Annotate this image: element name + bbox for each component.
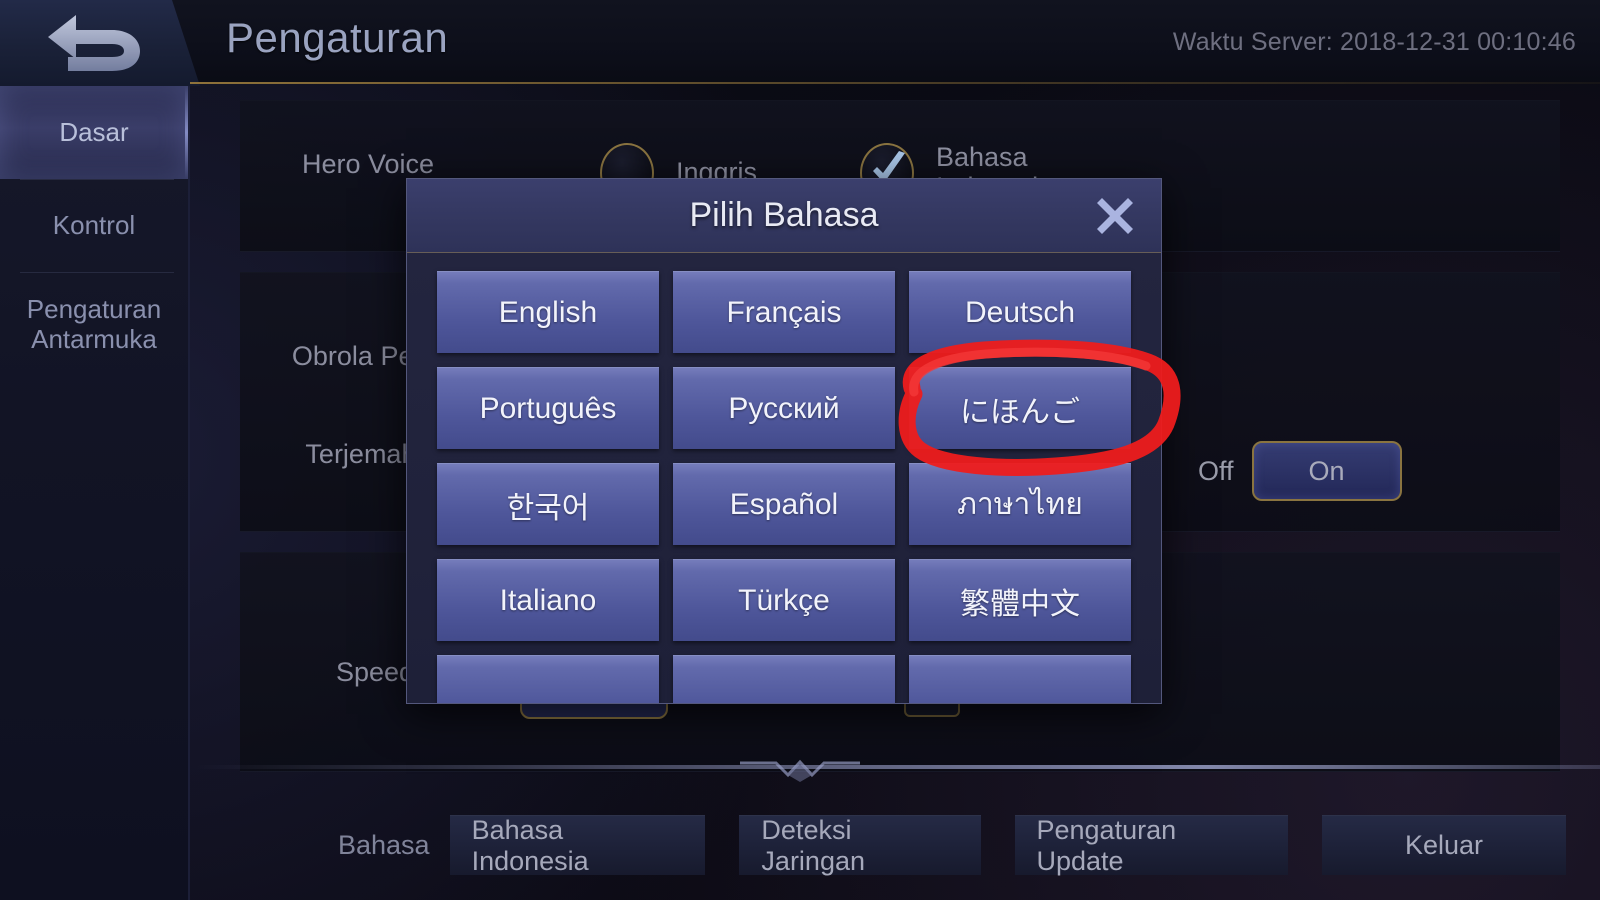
settings-screen: Pengaturan Waktu Server: 2018-12-31 00:1… <box>0 0 1600 900</box>
dialog-overlay: Pilih Bahasa English Français Deutsch Po… <box>0 0 1600 900</box>
dialog-title: Pilih Bahasa <box>689 196 879 234</box>
language-option-turkce[interactable]: Türkçe <box>673 559 895 641</box>
language-option-partial[interactable] <box>673 655 895 703</box>
language-option-francais[interactable]: Français <box>673 271 895 353</box>
language-option-portugues[interactable]: Português <box>437 367 659 449</box>
language-option-chinese[interactable]: 繁體中文 <box>909 559 1131 641</box>
language-option-japanese[interactable]: にほんご <box>909 367 1131 449</box>
close-icon[interactable] <box>1089 190 1141 242</box>
language-option-thai[interactable]: ภาษาไทย <box>909 463 1131 545</box>
language-option-italiano[interactable]: Italiano <box>437 559 659 641</box>
language-option-english[interactable]: English <box>437 271 659 353</box>
language-option-partial[interactable] <box>437 655 659 703</box>
select-language-dialog: Pilih Bahasa English Français Deutsch Po… <box>406 178 1162 704</box>
language-option-partial[interactable] <box>909 655 1131 703</box>
language-option-deutsch[interactable]: Deutsch <box>909 271 1131 353</box>
dialog-body: English Français Deutsch Português Русск… <box>407 253 1161 703</box>
language-option-espanol[interactable]: Español <box>673 463 895 545</box>
language-grid: English Français Deutsch Português Русск… <box>437 271 1131 703</box>
language-option-korean[interactable]: 한국어 <box>437 463 659 545</box>
language-option-russian[interactable]: Русский <box>673 367 895 449</box>
dialog-header: Pilih Bahasa <box>407 179 1161 253</box>
